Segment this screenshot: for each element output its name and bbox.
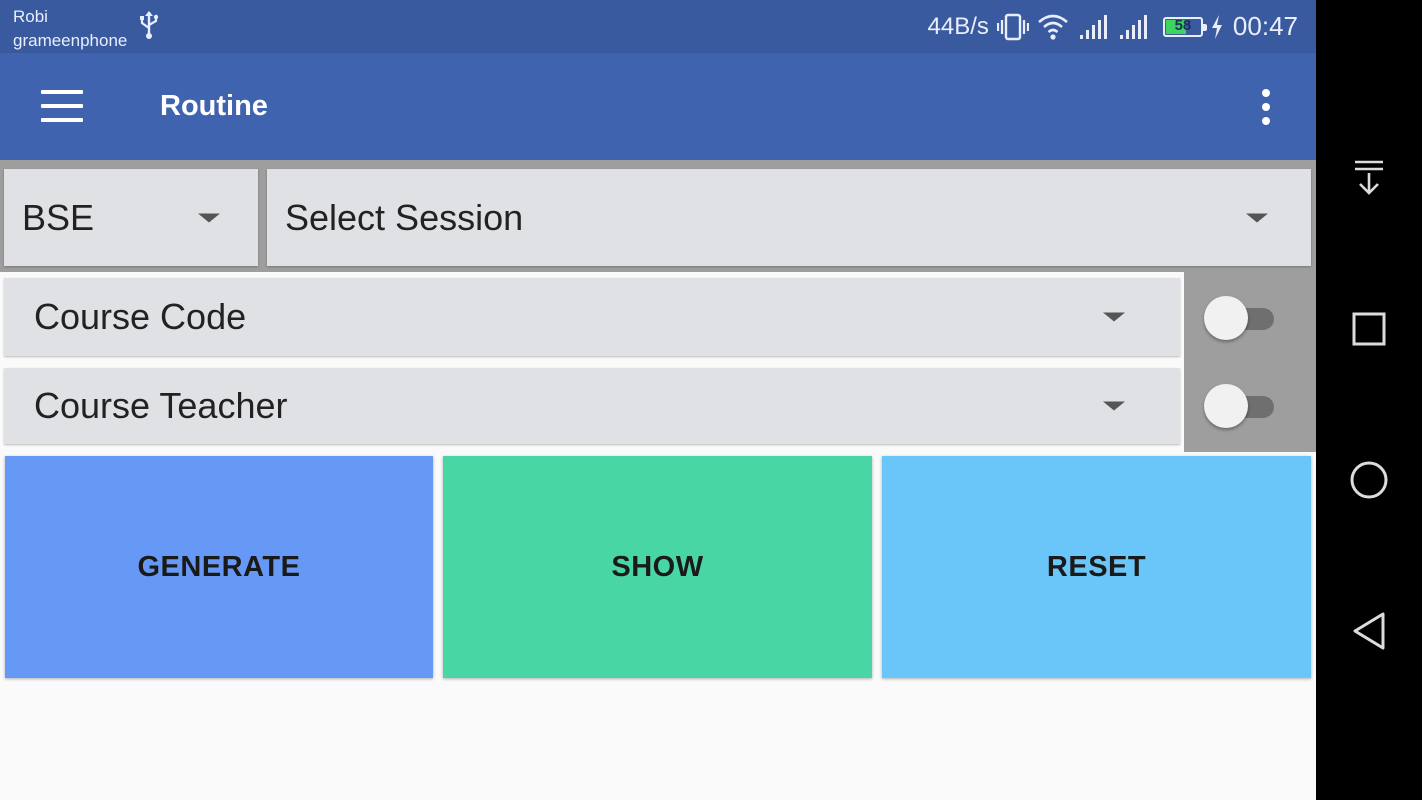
menu-icon-line xyxy=(41,90,83,94)
chevron-down-icon xyxy=(1103,401,1125,411)
filter-row-course: Course Code Course Teacher xyxy=(0,272,1316,452)
vibrate-icon xyxy=(996,13,1029,40)
show-button-label: SHOW xyxy=(611,550,704,583)
app-screen: Robi grameenphone 44B/s 58 00:47 Routine… xyxy=(0,0,1316,800)
course-code-value: Course Code xyxy=(34,296,247,337)
chevron-down-icon xyxy=(198,213,220,222)
toggle-column xyxy=(1184,272,1316,452)
generate-button[interactable]: GENERATE xyxy=(5,456,433,678)
signal-icon xyxy=(1079,14,1107,39)
menu-icon[interactable] xyxy=(30,81,92,131)
filter-row-department-session: BSE Select Session xyxy=(0,160,1316,272)
chevron-down-icon xyxy=(1103,312,1125,322)
reset-button[interactable]: RESET xyxy=(882,456,1311,678)
net-speed: 44B/s xyxy=(927,12,989,40)
chevron-down-icon xyxy=(1246,213,1268,222)
toggle-thumb xyxy=(1204,384,1248,428)
battery-icon: 58 xyxy=(1162,16,1207,37)
course-teacher-value: Course Teacher xyxy=(34,385,288,426)
reset-button-label: RESET xyxy=(1046,550,1147,583)
menu-icon-line xyxy=(41,118,83,122)
course-teacher-dropdown[interactable]: Course Teacher xyxy=(4,368,1180,444)
more-dot xyxy=(1262,117,1270,125)
page-title: Routine xyxy=(160,90,268,122)
recents-icon[interactable] xyxy=(1343,303,1395,355)
menu-icon-line xyxy=(41,104,83,108)
toggle-thumb xyxy=(1204,296,1248,340)
course-code-toggle[interactable] xyxy=(1204,295,1276,341)
navigation-bar xyxy=(1316,0,1422,800)
show-button[interactable]: SHOW xyxy=(443,456,872,678)
status-icons: 44B/s 58 00:47 xyxy=(928,0,1298,53)
more-dot xyxy=(1262,103,1270,111)
battery-percent: 58 xyxy=(1174,16,1192,34)
app-bar: Routine xyxy=(0,53,1316,160)
wifi-icon xyxy=(1038,14,1068,40)
charging-icon xyxy=(1211,14,1222,39)
notification-pull-icon[interactable] xyxy=(1343,152,1395,204)
carrier-2: grameenphone xyxy=(13,31,128,50)
generate-button-label: GENERATE xyxy=(137,550,301,583)
back-icon[interactable] xyxy=(1343,605,1395,657)
signal-icon xyxy=(1119,14,1147,39)
course-code-dropdown[interactable]: Course Code xyxy=(4,278,1180,356)
carrier-1: Robi xyxy=(13,7,48,26)
course-teacher-toggle[interactable] xyxy=(1204,383,1276,429)
usb-icon xyxy=(140,11,159,39)
more-dot xyxy=(1262,89,1270,97)
session-value: Select Session xyxy=(285,196,524,238)
department-value: BSE xyxy=(22,196,95,238)
department-dropdown[interactable]: BSE xyxy=(4,169,258,266)
status-bar: Robi grameenphone 44B/s 58 00:47 xyxy=(0,0,1316,53)
clock: 00:47 xyxy=(1232,11,1298,41)
session-dropdown[interactable]: Select Session xyxy=(267,169,1311,266)
carrier-names: Robi grameenphone xyxy=(13,5,127,53)
more-vert-icon[interactable] xyxy=(1248,83,1284,131)
home-icon[interactable] xyxy=(1343,454,1395,506)
